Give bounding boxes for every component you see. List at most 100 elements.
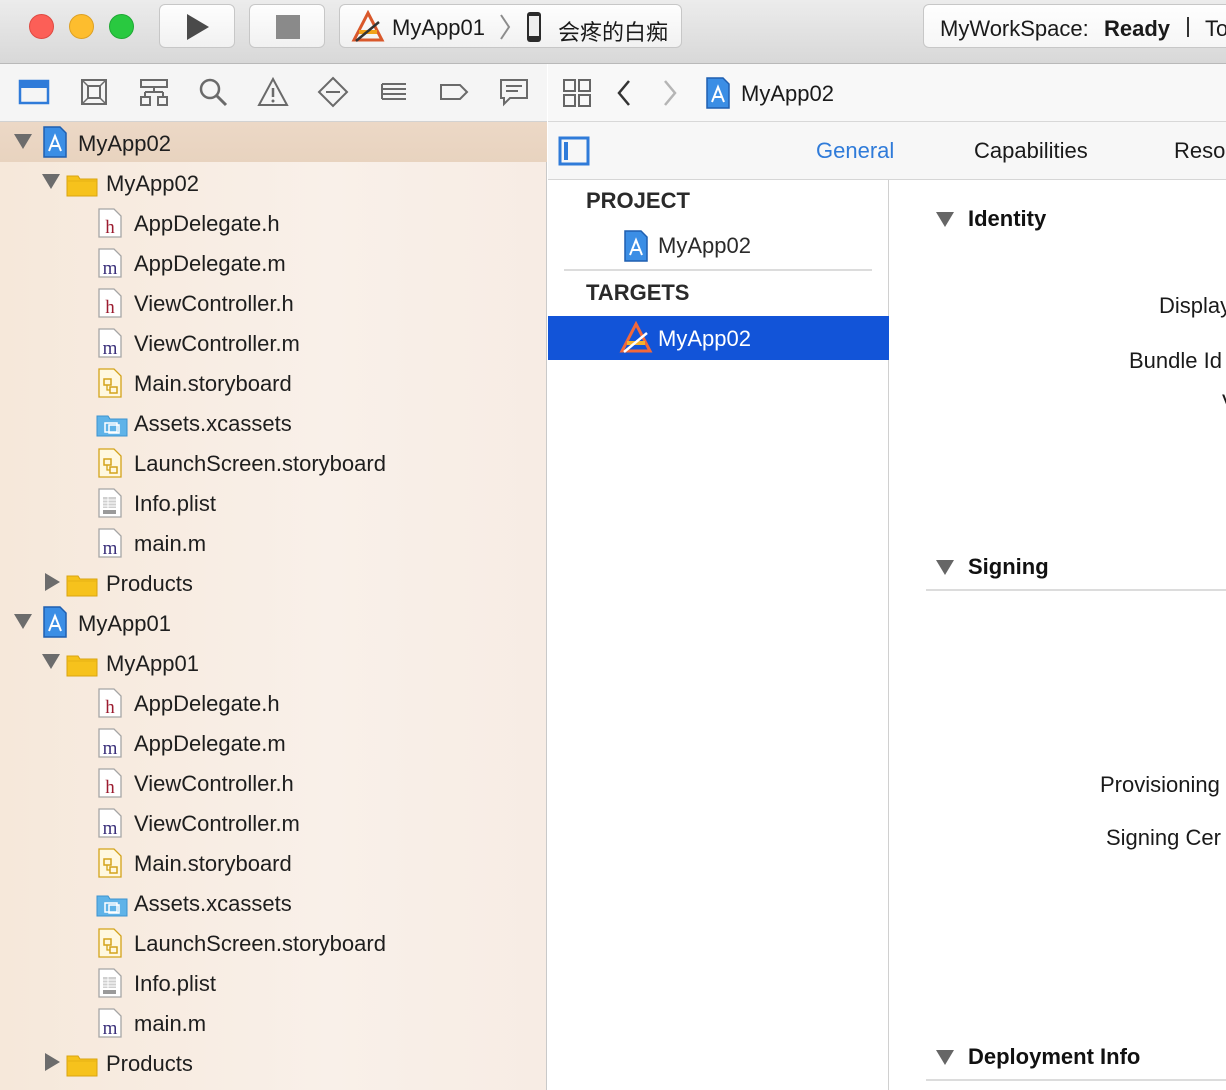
file-tree-row[interactable]: m AppDelegate.m (0, 242, 547, 282)
file-tree-row[interactable]: MyApp02 (0, 122, 547, 162)
file-tree-label: Main.storyboard (134, 851, 292, 876)
file-tree-label: Info.plist (134, 971, 216, 996)
symbol-navigator-icon[interactable] (78, 76, 110, 108)
file-tree-row[interactable]: MyApp01 (0, 642, 547, 682)
app-target-icon (619, 321, 653, 353)
svg-text:m: m (103, 338, 118, 358)
stop-button[interactable] (249, 4, 325, 48)
svg-text:m: m (103, 1018, 118, 1038)
disclosure-closed-icon[interactable] (45, 1053, 60, 1071)
signing-section-title: Signing (968, 554, 1049, 579)
signing-certificate-label: Signing Cer (1106, 825, 1221, 850)
folder-navigator-icon[interactable] (18, 76, 50, 108)
svg-text:m: m (103, 258, 118, 278)
file-tree-label: ViewController.h (134, 291, 294, 316)
file-tree-row[interactable]: m main.m (0, 1002, 547, 1042)
bundle-id-label: Bundle Id (1129, 348, 1222, 373)
hierarchy-navigator-icon[interactable] (138, 76, 170, 108)
search-navigator-icon[interactable] (197, 76, 229, 108)
file-tree-row[interactable]: Products (0, 562, 547, 602)
status-divider (1187, 17, 1189, 37)
disclosure-open-icon[interactable] (14, 614, 32, 629)
file-tree-label: AppDelegate.h (134, 691, 280, 716)
file-tree-row[interactable]: Assets.xcassets (0, 882, 547, 922)
file-tree-row[interactable]: m AppDelegate.m (0, 722, 547, 762)
close-window-button[interactable] (29, 14, 54, 39)
editor-tabs: General Capabilities Reso (548, 122, 1226, 180)
asset-catalog-icon (96, 410, 128, 443)
chevron-right-icon (500, 14, 511, 40)
asset-catalog-icon (96, 890, 128, 923)
implementation-file-icon: m (98, 728, 122, 763)
forward-arrow-icon[interactable] (660, 78, 680, 108)
target-item-label: MyApp02 (658, 326, 751, 351)
file-tree-label: MyApp01 (106, 651, 199, 676)
header-file-icon: h (98, 768, 122, 803)
file-tree-label: MyApp02 (78, 131, 171, 156)
minimize-window-button[interactable] (69, 14, 94, 39)
iphone-icon (527, 12, 541, 42)
file-tree-row[interactable]: h AppDelegate.h (0, 202, 547, 242)
related-items-icon[interactable] (562, 78, 592, 108)
file-tree-label: Products (106, 1051, 193, 1076)
target-item[interactable]: MyApp02 (548, 316, 889, 360)
target-settings: Identity Display Bundle Id V Signing Pro… (890, 180, 1226, 1090)
file-tree-label: LaunchScreen.storyboard (134, 931, 386, 956)
file-tree-label: Assets.xcassets (134, 891, 292, 916)
play-icon (187, 14, 209, 40)
file-tree-row[interactable]: LaunchScreen.storyboard (0, 922, 547, 962)
file-tree-row[interactable]: m main.m (0, 522, 547, 562)
file-tree-row[interactable]: Info.plist (0, 962, 547, 1002)
storyboard-file-icon (98, 928, 122, 963)
file-tree-row[interactable]: Assets.xcassets (0, 402, 547, 442)
display-name-label: Display (1159, 293, 1226, 318)
file-tree-row[interactable]: h ViewController.h (0, 762, 547, 802)
scheme-selector[interactable]: MyApp01 会疼的白痴 (339, 4, 682, 48)
signing-disclosure-icon[interactable] (936, 560, 954, 575)
report-navigator-icon[interactable] (498, 76, 530, 108)
toggle-project-list-icon[interactable] (558, 136, 590, 166)
tab-resource-tags[interactable]: Reso (1174, 138, 1225, 164)
file-tree-label: ViewController.h (134, 771, 294, 796)
back-arrow-icon[interactable] (614, 78, 634, 108)
file-tree-row[interactable]: Main.storyboard (0, 362, 547, 402)
implementation-file-icon: m (98, 328, 122, 363)
issue-navigator-icon[interactable] (257, 76, 289, 108)
file-tree-row[interactable]: LaunchScreen.storyboard (0, 442, 547, 482)
disclosure-open-icon[interactable] (14, 134, 32, 149)
file-tree-row[interactable]: h AppDelegate.h (0, 682, 547, 722)
file-tree-label: ViewController.m (134, 331, 300, 356)
file-tree-row[interactable]: Info.plist (0, 482, 547, 522)
test-navigator-icon[interactable] (317, 76, 349, 108)
file-tree-label: Assets.xcassets (134, 411, 292, 436)
file-tree-row[interactable]: MyApp01 (0, 602, 547, 642)
file-tree-row[interactable]: MyApp02 (0, 162, 547, 202)
file-tree-row[interactable]: Products (0, 1042, 547, 1082)
svg-text:m: m (103, 818, 118, 838)
project-item[interactable]: MyApp02 (548, 224, 889, 268)
activity-status: MyWorkSpace: Ready To (923, 4, 1226, 48)
tab-capabilities[interactable]: Capabilities (974, 138, 1088, 164)
project-header: PROJECT (586, 188, 690, 213)
disclosure-open-icon[interactable] (42, 654, 60, 669)
breakpoint-navigator-icon[interactable] (438, 76, 470, 108)
zoom-window-button[interactable] (109, 14, 134, 39)
debug-navigator-icon[interactable] (378, 76, 410, 108)
run-button[interactable] (159, 4, 235, 48)
identity-disclosure-icon[interactable] (936, 212, 954, 227)
deployment-disclosure-icon[interactable] (936, 1050, 954, 1065)
header-file-icon: h (98, 208, 122, 243)
file-tree-label: MyApp01 (78, 611, 171, 636)
project-file-icon (624, 230, 648, 262)
disclosure-closed-icon[interactable] (45, 573, 60, 591)
file-tree-row[interactable]: m ViewController.m (0, 802, 547, 842)
file-tree-row[interactable]: h ViewController.h (0, 282, 547, 322)
project-item-label: MyApp02 (658, 233, 751, 258)
header-file-icon: h (98, 688, 122, 723)
tab-general[interactable]: General (816, 138, 894, 164)
breadcrumb-label[interactable]: MyApp02 (741, 81, 834, 107)
file-tree-row[interactable]: m ViewController.m (0, 322, 547, 362)
disclosure-open-icon[interactable] (42, 174, 60, 189)
file-tree-row[interactable]: Main.storyboard (0, 842, 547, 882)
file-tree-label: Products (106, 571, 193, 596)
